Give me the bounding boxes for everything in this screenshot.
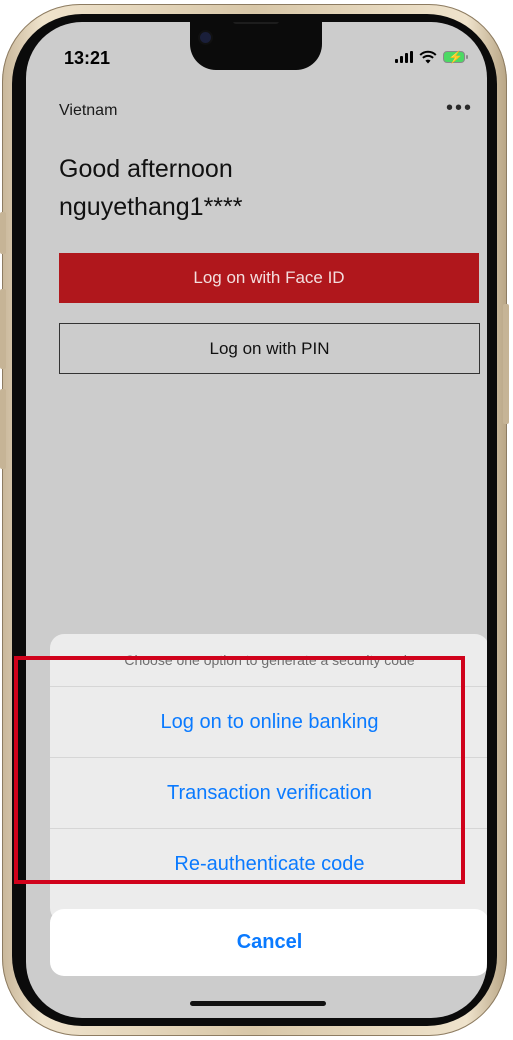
volume-down-button — [0, 389, 6, 469]
power-button — [503, 304, 509, 424]
region-selector[interactable]: Vietnam — [59, 102, 117, 120]
username: nguyethang1**** — [59, 193, 243, 221]
status-time: 13:21 — [64, 48, 111, 68]
front-camera-icon — [200, 32, 211, 43]
notch — [190, 22, 322, 70]
home-indicator — [190, 1001, 326, 1006]
greeting: Good afternoon nguyethang1**** — [59, 150, 243, 226]
volume-up-button — [0, 289, 6, 369]
log-on-face-id-button[interactable]: Log on with Face ID — [59, 253, 479, 303]
log-on-pin-button[interactable]: Log on with PIN — [59, 323, 480, 374]
action-sheet: Choose one option to generate a security… — [50, 634, 487, 922]
option-transaction-verification[interactable]: Transaction verification — [50, 758, 487, 829]
wifi-icon — [419, 50, 437, 64]
option-re-authenticate-code[interactable]: Re-authenticate code — [50, 829, 487, 899]
action-sheet-title: Choose one option to generate a security… — [50, 634, 487, 687]
phone-screen: 13:21 ⚡ Vietnam ••• Good afternoon nguye… — [26, 22, 487, 1018]
speaker-grille — [233, 22, 279, 24]
more-horizontal-icon[interactable]: ••• — [446, 98, 473, 118]
greeting-line: Good afternoon — [59, 155, 233, 183]
cellular-signal-icon — [395, 51, 413, 63]
cancel-button[interactable]: Cancel — [50, 909, 487, 976]
status-icons: ⚡ — [395, 50, 468, 64]
mute-switch — [0, 212, 6, 254]
option-log-on-online-banking[interactable]: Log on to online banking — [50, 687, 487, 758]
battery-charging-icon: ⚡ — [443, 50, 468, 64]
